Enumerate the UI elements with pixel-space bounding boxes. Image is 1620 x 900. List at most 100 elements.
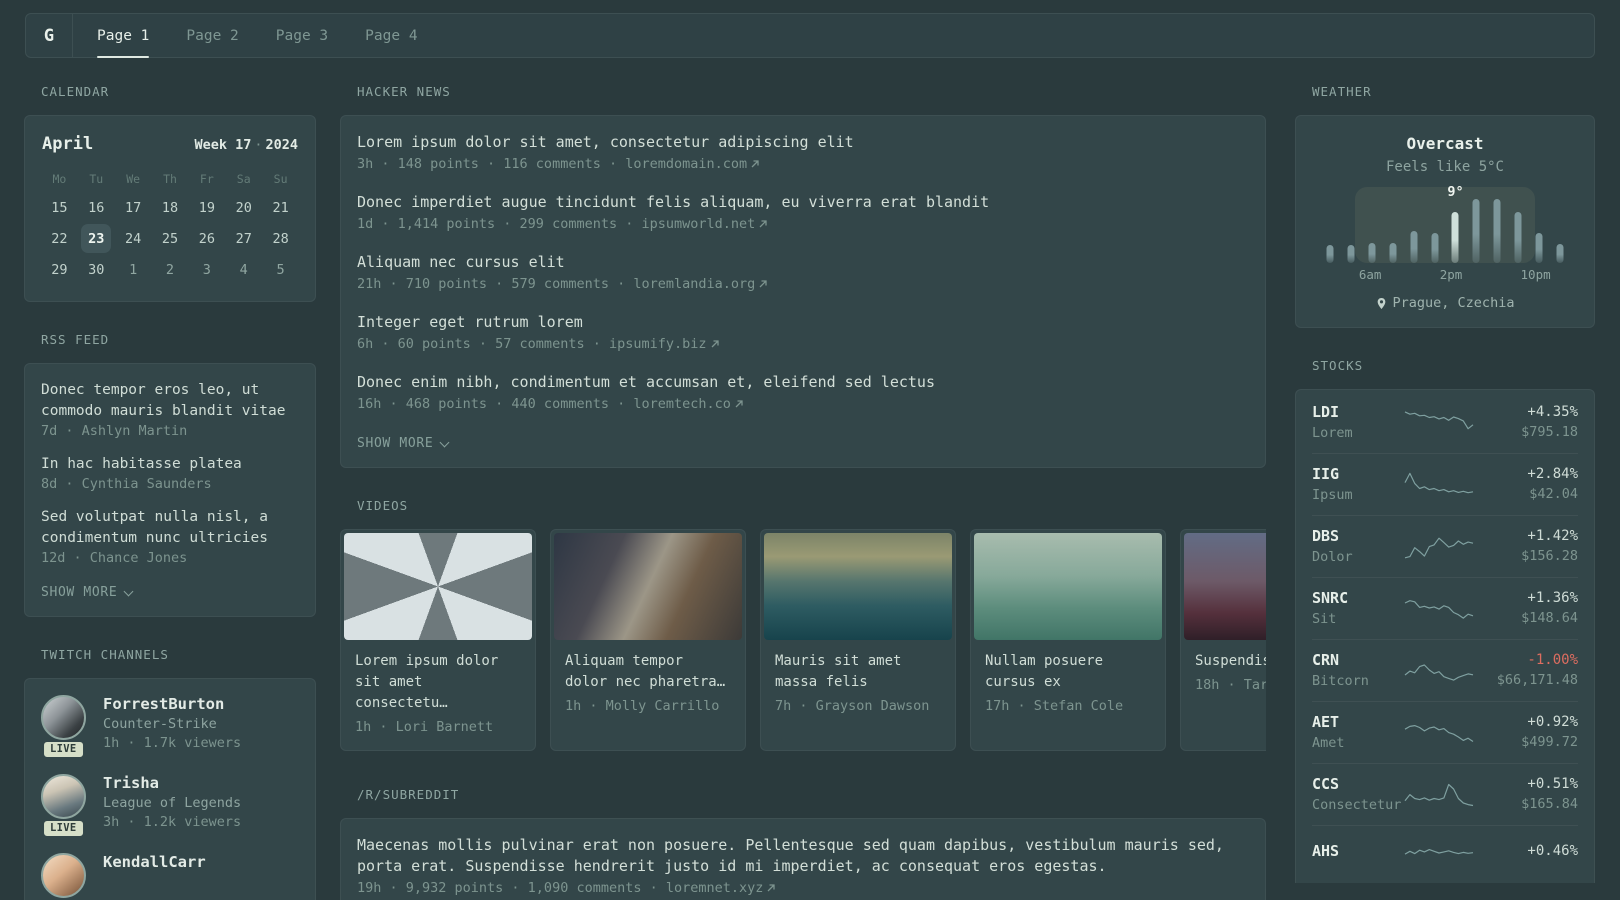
calendar-day[interactable]: 19 [188,192,225,223]
stock-price: $499.72 [1521,734,1578,750]
external-link-icon [767,884,776,892]
twitch-channel-row[interactable]: KendallCarr [41,853,299,898]
twitch-channel-game: League of Legends [103,795,242,811]
tab-page-3[interactable]: Page 3 [276,14,328,57]
calendar-day[interactable]: 26 [188,223,225,254]
calendar-day[interactable]: 27 [225,223,262,254]
hacker-news-card: Lorem ipsum dolor sit amet, consectetur … [340,115,1266,468]
show-more-label: SHOW MORE [357,436,434,451]
video-thumbnail [764,533,952,640]
video-card[interactable]: Mauris sit amet massa felis 7h · Grayson … [760,529,956,751]
story-title[interactable]: Donec enim nibh, condimentum et accumsan… [357,372,1249,393]
hacker-news-item: Aliquam nec cursus elit 21h · 710 points … [357,252,1249,292]
hour-bar-slot [1487,199,1508,263]
calendar-day[interactable]: 1 [115,254,152,285]
calendar-day[interactable]: 5 [262,254,299,285]
rss-item-title[interactable]: Donec tempor eros leo, ut commodo mauris… [41,380,299,422]
twitch-channel-row[interactable]: LIVE ForrestBurton Counter-Strike 1h · 1.7k… [41,695,299,759]
stock-row[interactable]: DBS Dolor +1.42% $156.28 [1312,515,1578,577]
calendar-day[interactable]: 16 [78,192,115,223]
calendar-day[interactable]: 25 [152,223,189,254]
calendar-day[interactable]: 30 [78,254,115,285]
story-domain-link[interactable]: ipsumworld.net [641,216,755,232]
stock-id: AHS [1312,842,1404,864]
twitch-channel-name[interactable]: KendallCarr [103,853,206,871]
stock-row[interactable]: SNRC Sit +1.36% $148.64 [1312,577,1578,639]
hour-bar-slot [1403,199,1424,263]
post-domain-link[interactable]: loremnet.xyz [666,880,764,896]
calendar-day[interactable]: 20 [225,192,262,223]
hacker-news-item-list: Lorem ipsum dolor sit amet, consectetur … [357,132,1249,412]
show-more-label: SHOW MORE [41,585,118,600]
weather-location[interactable]: Prague, Czechia [1312,295,1578,311]
calendar-day[interactable]: 17 [115,192,152,223]
video-card-strip[interactable]: Lorem ipsum dolor sit amet consectetu… 1h… [340,529,1266,751]
twitch-channel-name[interactable]: ForrestBurton [103,695,241,713]
stock-row[interactable]: CRN Bitcorn -1.00% $66,171.48 [1312,639,1578,701]
video-card[interactable]: Aliquam tempor dolor nec pharetra… 1h · M… [550,529,746,751]
hour-label [1420,267,1439,283]
video-card[interactable]: Nullam posuere cursus ex 17h · Stefan Col… [970,529,1166,751]
calendar-day[interactable]: 2 [152,254,189,285]
tab-page-1[interactable]: Page 1 [97,14,150,58]
twitch-channel-meta: 3h · 1.2k viewers [103,814,242,830]
stock-ticker: CCS [1312,775,1340,793]
rss-item-title[interactable]: Sed volutpat nulla nisl, a condimentum n… [41,507,299,549]
calendar-day[interactable]: 21 [262,192,299,223]
story-domain-link[interactable]: loremtech.co [633,396,731,412]
calendar-day[interactable]: 24 [115,223,152,254]
video-card[interactable]: Suspendisse diam 18h · Tara [1180,529,1266,751]
calendar-day[interactable]: 18 [152,192,189,223]
video-title[interactable]: Aliquam tempor dolor nec pharetra… [565,651,731,693]
calendar-day[interactable]: 28 [262,223,299,254]
calendar-day[interactable]: 22 [41,223,78,254]
video-thumbnail [344,533,532,640]
calendar-weekday-row: Mo Tu We Th Fr Sa Su [41,172,299,186]
twitch-channel-row[interactable]: LIVE Trisha League of Legends 3h · 1.2k vie… [41,774,299,838]
stock-change: +0.92% [1527,714,1578,730]
stock-id: CCS Consectetur [1312,775,1404,813]
tab-page-2[interactable]: Page 2 [186,14,238,57]
story-domain-link[interactable]: loremdomain.com [625,156,747,172]
calendar-day[interactable]: 3 [188,254,225,285]
tab-page-4[interactable]: Page 4 [365,14,417,57]
video-title[interactable]: Lorem ipsum dolor sit amet consectetu… [355,651,521,714]
calendar-day[interactable]: 29 [41,254,78,285]
avatar-wrap [41,853,89,898]
story-title[interactable]: Aliquam nec cursus elit [357,252,1249,273]
story-title[interactable]: Integer eget rutrum lorem [357,312,1249,333]
weekday-label: Mo [52,172,67,186]
story-domain-link[interactable]: ipsumify.biz [609,336,707,352]
hour-bar [1514,212,1522,263]
rss-item-title[interactable]: In hac habitasse platea [41,454,299,475]
story-domain-link[interactable]: loremlandia.org [633,276,755,292]
stock-row[interactable]: AHS +0.46% [1312,825,1578,881]
hn-show-more-button[interactable]: SHOW MORE [357,436,450,451]
hacker-news-section-title: HACKER NEWS [357,84,451,99]
weekday-label: Th [163,172,177,186]
stock-row[interactable]: AET Amet +0.92% $499.72 [1312,701,1578,763]
stock-row[interactable]: IIG Ipsum +2.84% $42.04 [1312,453,1578,515]
calendar-day[interactable]: 15 [41,192,78,223]
subreddit-section: /R/SUBREDDIT Maecenas mollis pulvinar er… [340,787,1266,900]
story-title[interactable]: Lorem ipsum dolor sit amet, consectetur … [357,132,1249,153]
middle-column: HACKER NEWS Lorem ipsum dolor sit amet, … [340,84,1266,900]
stock-sparkline [1404,725,1474,742]
stock-row[interactable]: CCS Consectetur +0.51% $165.84 [1312,763,1578,825]
hour-bar-slot [1549,199,1570,263]
weather-condition: Overcast [1406,134,1484,153]
twitch-channel-name[interactable]: Trisha [103,774,241,792]
calendar-day[interactable]: 4 [225,254,262,285]
app-logo[interactable]: G [26,14,73,57]
calendar-day-selected[interactable]: 23 [78,223,115,254]
stock-row[interactable]: LDI Lorem +4.35% $795.18 [1312,392,1578,453]
rss-show-more-button[interactable]: SHOW MORE [41,585,134,600]
post-title[interactable]: Maecenas mollis pulvinar erat non posuer… [357,835,1249,877]
story-title[interactable]: Donec imperdiet augue tincidunt felis al… [357,192,1249,213]
video-title[interactable]: Suspendisse diam [1195,651,1266,672]
stock-ticker: DBS [1312,527,1340,545]
video-title[interactable]: Nullam posuere cursus ex [985,651,1151,693]
stock-sparkline [1404,783,1474,807]
video-card[interactable]: Lorem ipsum dolor sit amet consectetu… 1h… [340,529,536,751]
video-title[interactable]: Mauris sit amet massa felis [775,651,941,693]
